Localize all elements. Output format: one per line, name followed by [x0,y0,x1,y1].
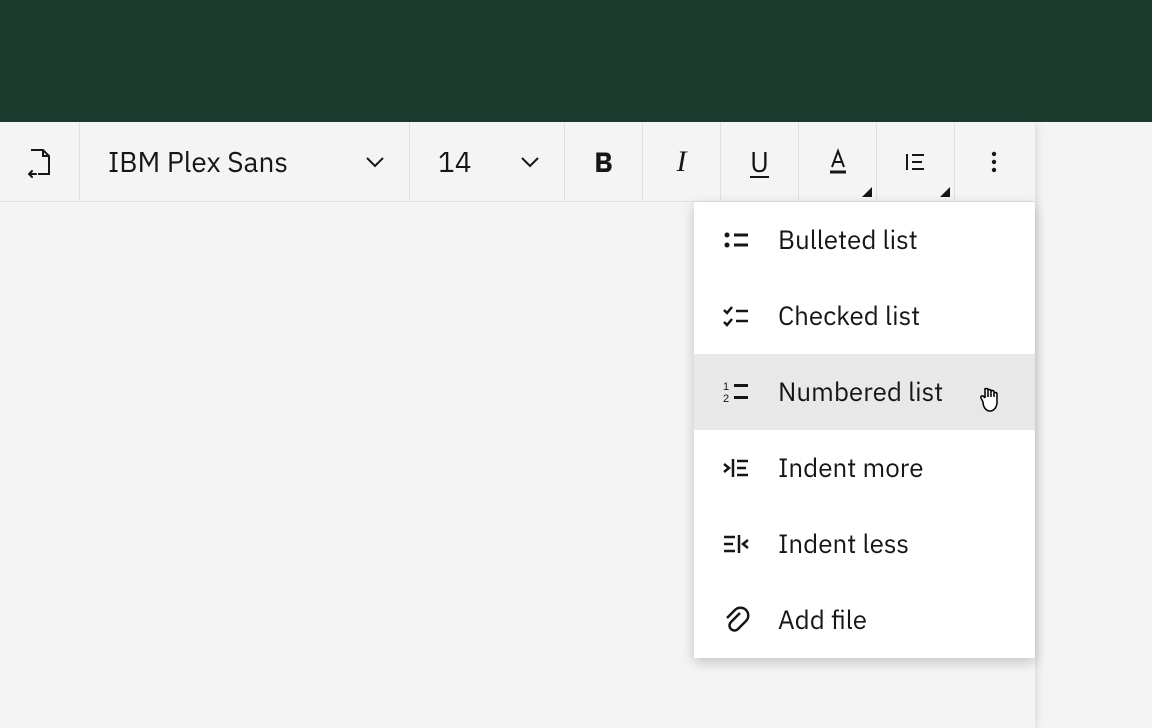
overflow-menu-button[interactable] [955,122,1033,201]
italic-button[interactable]: I [643,122,721,201]
dropdown-caret-icon [940,187,950,197]
checked-list-icon [720,300,752,332]
font-family-select[interactable]: IBM Plex Sans [80,122,410,201]
overflow-menu: Bulleted list Checked list 1 2 Numbered … [694,202,1035,658]
chevron-down-icon [520,156,540,168]
font-family-value: IBM Plex Sans [108,143,288,180]
menu-item-label: Numbered list [778,375,943,409]
text-color-icon [822,146,854,178]
italic-label: I [677,145,687,179]
numbered-list-icon: 1 2 [720,376,752,408]
menu-item-label: Indent less [778,527,909,561]
menu-item-numbered-list[interactable]: 1 2 Numbered list [694,354,1035,430]
menu-item-indent-more[interactable]: Indent more [694,430,1035,506]
menu-item-checked-list[interactable]: Checked list [694,278,1035,354]
menu-item-add-file[interactable]: Add file [694,582,1035,658]
svg-text:2: 2 [723,393,729,405]
overflow-vertical-icon [978,146,1010,178]
underline-label: U [750,143,769,180]
bulleted-list-icon [720,224,752,256]
indent-less-icon [720,528,752,560]
toolbar: IBM Plex Sans 14 B I U [0,122,1035,202]
indent-more-icon [720,452,752,484]
font-size-select[interactable]: 14 [410,122,565,201]
attachment-icon [720,604,752,636]
underline-button[interactable]: U [721,122,799,201]
bold-label: B [594,143,613,180]
document-undo-icon [24,146,56,178]
bold-button[interactable]: B [565,122,643,201]
list-icon [900,146,932,178]
top-band [0,0,1152,122]
menu-item-indent-less[interactable]: Indent less [694,506,1035,582]
list-style-button[interactable] [877,122,955,201]
dropdown-caret-icon [862,187,872,197]
insert-button[interactable] [0,122,80,201]
text-color-button[interactable] [799,122,877,201]
menu-item-label: Add file [778,603,867,637]
chevron-down-icon [365,156,385,168]
menu-item-bulleted-list[interactable]: Bulleted list [694,202,1035,278]
menu-item-label: Checked list [778,299,920,333]
menu-item-label: Indent more [778,451,924,485]
font-size-value: 14 [438,143,472,180]
svg-text:1: 1 [723,381,729,393]
menu-item-label: Bulleted list [778,223,918,257]
